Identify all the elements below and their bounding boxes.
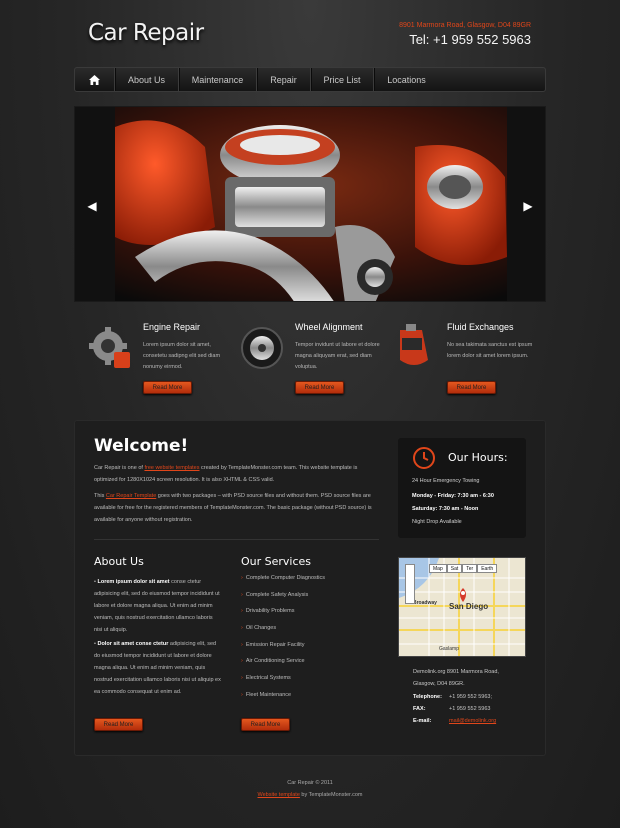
feature-title: Fluid Exchanges: [447, 322, 514, 332]
contact-phone: Telephone: +1 959 552 5963;: [413, 694, 492, 700]
hours-label: Saturday:: [412, 506, 438, 512]
welcome-paragraph-2: This Car Repair Template goes with two p…: [94, 490, 380, 526]
hours-line: 24 Hour Emergency Towing: [412, 478, 480, 484]
nav-locations[interactable]: Locations: [374, 68, 439, 91]
services-title: Our Services: [241, 555, 312, 568]
map-street-label: Broadway: [413, 600, 437, 606]
contact-label: E-mail:: [413, 718, 432, 724]
about-paragraph-1: • Lorem ipsum dolor sit amet conse ctetu…: [94, 579, 220, 633]
text: conse ctetur adipisicing elit, sed do ei…: [94, 579, 220, 633]
nav-repair[interactable]: Repair: [257, 68, 311, 91]
contact-address-2: Glasgow, D04 89GR.: [413, 681, 465, 687]
nav-maintenance[interactable]: Maintenance: [179, 68, 257, 91]
map-zoom-control[interactable]: [405, 564, 415, 604]
service-label: Emission Repair Facility: [245, 641, 305, 648]
website-template-link[interactable]: Website template: [258, 792, 300, 798]
about-title: About Us: [94, 555, 144, 568]
service-item[interactable]: › Air Conditioning Service: [241, 658, 325, 675]
service-label: Complete Safety Analysis: [245, 591, 309, 598]
oil-can-icon: [400, 324, 428, 365]
engine-gear-icon: [89, 327, 130, 368]
hours-title: Our Hours:: [448, 451, 508, 464]
feature-text: Lorem ipsum dolor sit amet, consetetu sa…: [143, 342, 221, 370]
map-type-buttons: Map Sat Ter Earth: [429, 564, 498, 573]
service-item[interactable]: › Drivability Problems: [241, 608, 325, 625]
divider: [94, 539, 379, 540]
bold-text: Dolor sit amet conse ctetur: [97, 641, 169, 647]
contact-address-1: Demolink.org 8901 Marmora Road,: [413, 669, 499, 675]
nav-home[interactable]: [75, 68, 115, 91]
read-more-button[interactable]: Read More: [143, 381, 192, 394]
home-icon: [89, 74, 100, 85]
map-city-label: San Diego: [449, 602, 489, 611]
read-more-button[interactable]: Read More: [447, 381, 496, 394]
map-button[interactable]: Earth: [477, 564, 498, 573]
service-item[interactable]: › Oil Changes: [241, 625, 325, 642]
contact-value: +1 959 552 5963;: [449, 694, 492, 700]
feature-text: No sea takimata sanctus est ipsum lorem …: [447, 342, 533, 359]
contact-value: +1 959 552 5963: [449, 706, 491, 712]
welcome-title: Welcome!: [94, 436, 189, 456]
clock-icon: [413, 447, 435, 469]
text: Car Repair is one of: [94, 465, 145, 471]
main-nav: About Us Maintenance Repair Price List L…: [74, 67, 546, 92]
wheel-icon: [241, 327, 283, 369]
map-area-label: Gaslamp: [439, 646, 460, 652]
welcome-paragraph-1: Car Repair is one of free website templa…: [94, 462, 380, 486]
feature-title: Engine Repair: [143, 322, 201, 332]
text: This: [94, 493, 106, 499]
free-templates-link[interactable]: free website templates: [144, 465, 199, 471]
hours-label: Monday - Friday:: [412, 493, 457, 499]
service-label: Drivability Problems: [245, 608, 295, 615]
contact-fax: FAX: +1 959 552 5963: [413, 706, 490, 712]
service-item[interactable]: › Emission Repair Facility: [241, 642, 325, 659]
bold-text: Lorem ipsum dolor sit amet: [97, 579, 170, 585]
location-map[interactable]: Map Sat Ter Earth San Diego Broadway Gas…: [398, 557, 526, 657]
main-content: Welcome! Car Repair is one of free websi…: [74, 420, 546, 756]
service-item[interactable]: › Complete Computer Diagnostics: [241, 575, 325, 592]
slider-next-button[interactable]: ▶: [519, 197, 537, 215]
about-read-more-button[interactable]: Read More: [94, 718, 143, 731]
hours-value: 7:30 am - Noon: [437, 506, 479, 512]
footer-credit: Website template by TemplateMonster.com: [0, 792, 620, 798]
header-phone: Tel: +1 959 552 5963: [409, 32, 531, 47]
service-label: Complete Computer Diagnostics: [245, 575, 326, 581]
service-item[interactable]: › Fleet Maintenance: [241, 692, 325, 709]
car-repair-template-link[interactable]: Car Repair Template: [106, 493, 156, 499]
service-item[interactable]: › Electrical Systems: [241, 675, 325, 692]
header-address: 8901 Marmora Road, Glasgow, D04 89GR: [399, 22, 531, 29]
contact-label: Telephone:: [413, 694, 442, 700]
services-list: › Complete Computer Diagnostics › Complete…: [241, 575, 325, 709]
service-label: Fleet Maintenance: [245, 691, 292, 698]
hours-line: Saturday: 7:30 am - Noon: [412, 506, 478, 512]
hero-slider: ◀ ▶: [74, 106, 546, 302]
footer-text: by TemplateMonster.com: [299, 792, 363, 798]
feature-title: Wheel Alignment: [295, 322, 363, 332]
contact-email: E-mail: mail@demolink.org: [413, 718, 496, 724]
about-paragraph-2: • Dolor sit amet conse ctetur adipisicin…: [94, 641, 221, 695]
map-button[interactable]: Ter: [462, 564, 478, 573]
email-link[interactable]: mail@demolink.org: [449, 718, 496, 724]
services-read-more-button[interactable]: Read More: [241, 718, 290, 731]
nav-about-us[interactable]: About Us: [115, 68, 179, 91]
nav-price-list[interactable]: Price List: [311, 68, 374, 91]
read-more-button[interactable]: Read More: [295, 381, 344, 394]
hours-value: 7:30 am - 6:30: [456, 493, 494, 499]
map-button[interactable]: Sat: [446, 564, 463, 573]
service-label: Air Conditioning Service: [245, 658, 305, 665]
service-label: Electrical Systems: [245, 675, 291, 682]
map-button[interactable]: Map: [429, 564, 447, 573]
slider-prev-button[interactable]: ◀: [83, 197, 101, 215]
service-item[interactable]: › Complete Safety Analysis: [241, 592, 325, 609]
text: adipisicing elit, sed do eiusmod tempor …: [94, 641, 221, 695]
hours-box: Our Hours: 24 Hour Emergency Towing Mond…: [398, 438, 526, 538]
contact-label: FAX:: [413, 706, 426, 712]
engine-photo: [75, 107, 545, 301]
feature-text: Tempor invidunt ut labore et dolore magn…: [295, 342, 380, 370]
service-label: Oil Changes: [245, 625, 277, 632]
hours-line: Monday - Friday: 7:30 am - 6:30: [412, 493, 494, 499]
hours-line: Night Drop Available: [412, 519, 462, 525]
footer-copyright: Car Repair © 2011: [287, 780, 333, 786]
site-logo[interactable]: Car Repair: [88, 20, 204, 46]
